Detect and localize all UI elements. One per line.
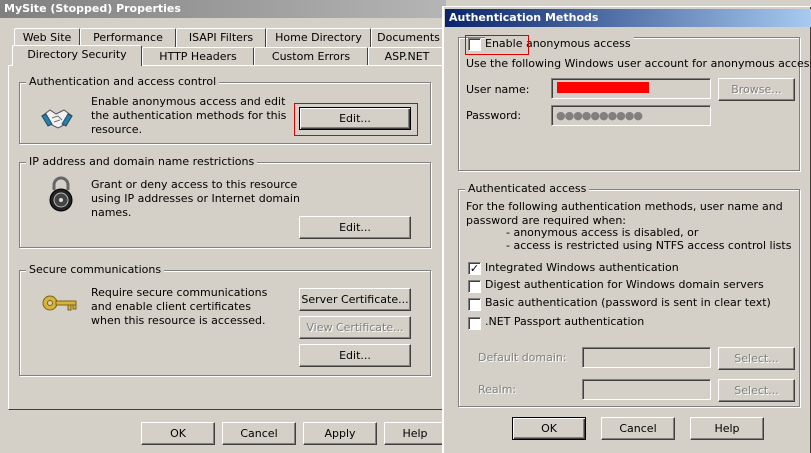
anonymous-access-label[interactable]: Enable anonymous access [485,37,634,51]
button-label: Edit... [339,349,371,362]
auth-dialog-title-bar[interactable]: Authentication Methods [445,9,811,27]
password-value: ●●●●●●●●●● [556,109,643,122]
auth-cancel-button[interactable]: Cancel [601,417,675,440]
button-label: OK [170,427,186,440]
properties-title-bar[interactable]: MySite (Stopped) Properties [0,0,446,18]
key-icon [42,295,77,311]
tab-http-headers[interactable]: HTTP Headers [142,47,254,66]
button-label: Cancel [619,422,657,435]
ip-edit-button[interactable]: Edit... [299,216,411,239]
tab-label: ASP.NET [384,50,430,63]
anonymous-access-checkbox[interactable] [468,38,481,51]
button-label: Cancel [240,427,278,440]
tab-label: Performance [93,31,163,44]
tab-home-directory[interactable]: Home Directory [266,28,371,47]
secure-edit-button[interactable]: Edit... [299,344,411,367]
view-certificate-button[interactable]: View Certificate... [299,316,411,339]
button-label: Help [402,427,428,440]
tab-label: Home Directory [275,31,362,44]
properties-ok-button[interactable]: OK [141,422,215,445]
tab-custom-errors[interactable]: Custom Errors [254,47,368,66]
padlock-icon [49,176,73,212]
tab-label: Directory Security [27,48,127,61]
button-label: Edit... [339,221,371,234]
digest-auth-checkbox[interactable] [468,280,481,293]
auth-description: Enable anonymous access and edit the aut… [91,95,287,136]
properties-cancel-button[interactable]: Cancel [222,422,296,445]
anonymous-intro-text: Use the following Windows user account f… [466,57,811,70]
tab-label: HTTP Headers [159,50,237,63]
realm-select-button[interactable]: Select... [718,379,795,402]
group-label: IP address and domain name restrictions [26,155,258,168]
condition-ntfs-restricted: - access is restricted using NTFS access… [506,239,792,252]
tab-label: Documents [377,31,440,44]
basic-auth-label[interactable]: Basic authentication (password is sent i… [485,296,771,310]
integrated-windows-checkbox[interactable]: ✓ [468,262,481,275]
tab-asp-net[interactable]: ASP.NET [368,47,446,66]
default-domain-label: Default domain: [478,351,567,364]
button-label: Help [714,422,740,435]
authenticated-intro-text: For the following authentication methods… [466,200,783,227]
button-label: Select... [734,384,779,397]
properties-window: MySite (Stopped) Properties Web Site Per… [0,0,446,453]
properties-title: MySite (Stopped) Properties [4,2,181,15]
realm-label: Realm: [478,383,517,396]
passport-auth-label[interactable]: .NET Passport authentication [485,315,644,329]
basic-auth-checkbox[interactable] [468,298,481,311]
integrated-windows-label[interactable]: Integrated Windows authentication [485,261,679,275]
auth-edit-button[interactable]: Edit... [299,107,411,130]
auth-dialog-title: Authentication Methods [449,11,599,24]
auth-methods-dialog: Authentication Methods Enable anonymous … [442,6,811,453]
properties-help-button[interactable]: Help [384,422,446,445]
group-label: Secure communications [26,263,165,276]
tab-label: ISAPI Filters [188,31,254,44]
tab-isapi-filters[interactable]: ISAPI Filters [176,28,266,47]
group-label: Authentication and access control [26,75,220,88]
username-label: User name: [466,83,530,96]
button-label: Server Certificate... [301,293,409,306]
username-redaction [557,82,649,93]
password-field[interactable]: ●●●●●●●●●● [551,105,711,126]
button-label: View Certificate... [306,321,404,334]
properties-apply-button[interactable]: Apply [303,422,377,445]
browse-button[interactable]: Browse... [718,78,795,101]
server-certificate-button[interactable]: Server Certificate... [299,288,411,311]
handshake-icon [41,109,73,129]
tab-label: Custom Errors [271,50,351,63]
default-domain-select-button[interactable]: Select... [718,347,795,370]
button-label: Select... [734,352,779,365]
auth-help-button[interactable]: Help [690,417,764,440]
realm-field[interactable] [582,379,711,400]
tab-directory-security[interactable]: Directory Security [12,45,142,66]
auth-ok-button[interactable]: OK [512,417,586,440]
button-label: Apply [324,427,356,440]
digest-auth-label[interactable]: Digest authentication for Windows domain… [485,278,764,292]
passport-auth-checkbox[interactable] [468,317,481,330]
condition-anonymous-disabled: - anonymous access is disabled, or [506,226,699,239]
secure-description: Require secure communications and enable… [91,286,268,327]
button-label: Edit... [339,112,371,125]
password-label: Password: [466,109,522,122]
button-label: OK [541,422,557,435]
tab-documents[interactable]: Documents [371,28,446,47]
ip-description: Grant or deny access to this resource us… [91,178,300,219]
group-label: Authenticated access [465,182,590,195]
default-domain-field[interactable] [582,347,711,368]
tab-label: Web Site [22,31,72,44]
button-label: Browse... [731,83,782,96]
